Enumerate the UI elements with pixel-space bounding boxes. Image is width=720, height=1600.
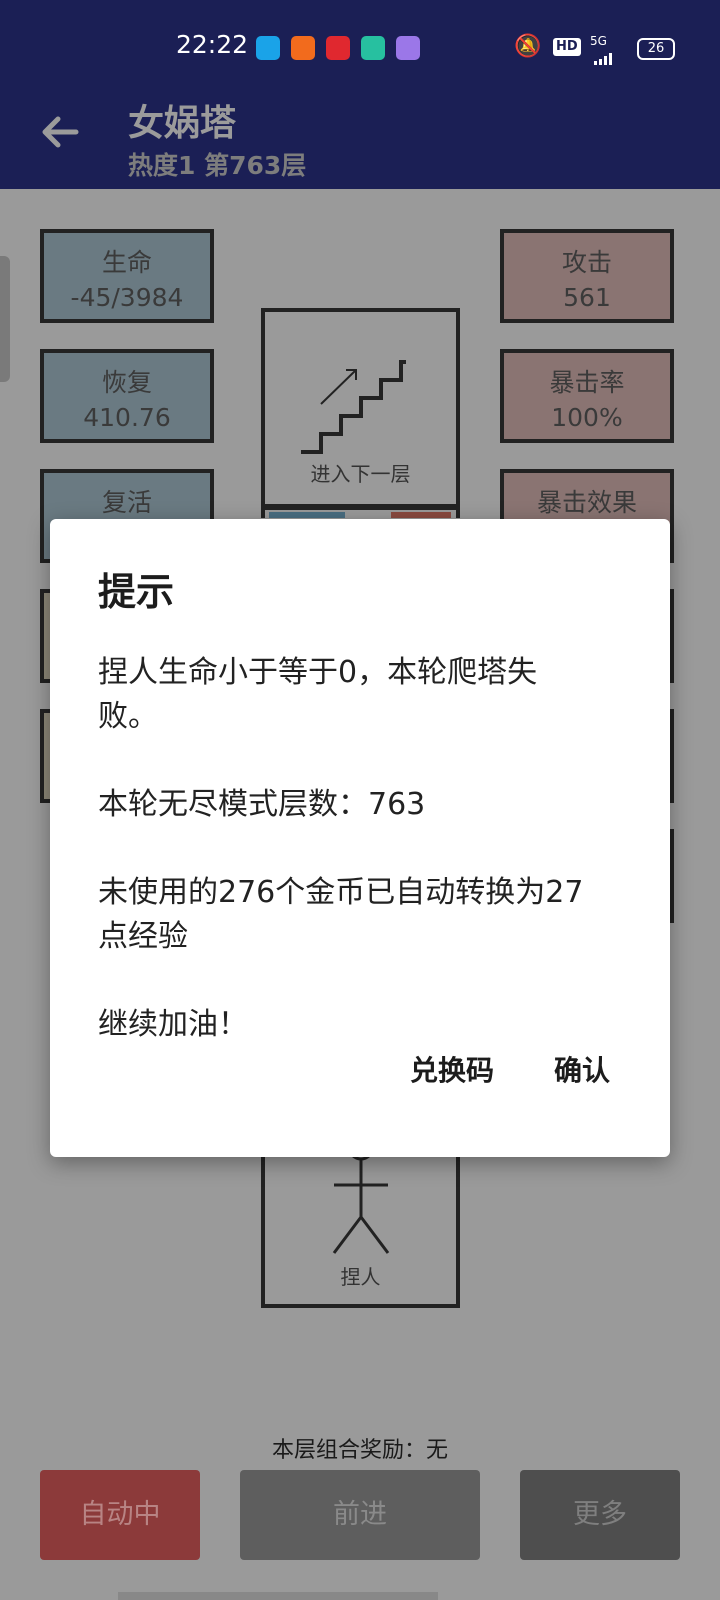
side-drawer-handle[interactable] bbox=[0, 256, 10, 382]
stat-hp-label: 生命 bbox=[101, 248, 152, 277]
character-label: 捏人 bbox=[340, 1265, 381, 1289]
mute-icon: 🔕 bbox=[514, 34, 542, 59]
combo-reward-text: 本层组合奖励：无 bbox=[271, 1438, 448, 1463]
confirm-button[interactable]: 确认 bbox=[554, 1049, 610, 1089]
stat-hp[interactable]: 生命 -45/3984 bbox=[40, 229, 214, 323]
stat-attack-value: 561 bbox=[563, 283, 611, 312]
kuaishou-icon bbox=[291, 36, 315, 60]
bottom-tab-strip bbox=[118, 1592, 438, 1600]
signal-icon bbox=[594, 50, 614, 65]
enemy-hp-bar bbox=[269, 512, 345, 518]
tencent-video-icon bbox=[361, 36, 385, 60]
dialog-title: 提示 bbox=[98, 570, 175, 614]
stat-attack[interactable]: 攻击 561 bbox=[500, 229, 674, 323]
forward-button[interactable]: 前进 bbox=[240, 1470, 480, 1560]
stat-regen-value: 410.76 bbox=[83, 403, 171, 432]
netease-music-icon bbox=[326, 36, 350, 60]
auto-button[interactable]: 自动中 bbox=[40, 1470, 200, 1560]
page-title: 女娲塔 bbox=[128, 103, 237, 144]
dialog-message: 捏人生命小于等于0，本轮爬塔失 败。 本轮无尽模式层数：763 未使用的276个… bbox=[98, 655, 584, 1042]
stat-hp-value: -45/3984 bbox=[70, 283, 184, 312]
more-button[interactable]: 更多 bbox=[520, 1470, 680, 1560]
battery-icon: 26 bbox=[637, 38, 675, 60]
taobao-icon bbox=[396, 36, 420, 60]
stat-crit-rate-value: 100% bbox=[551, 403, 623, 432]
alert-dialog: 提示 捏人生命小于等于0，本轮爬塔失 败。 本轮无尽模式层数：763 未使用的2… bbox=[50, 519, 670, 1157]
redeem-code-button[interactable]: 兑换码 bbox=[410, 1049, 494, 1089]
stat-crit-effect-label: 暴击效果 bbox=[536, 488, 637, 517]
qq-icon bbox=[256, 36, 280, 60]
hd-badge: HD bbox=[553, 38, 581, 56]
stat-regen-label: 恢复 bbox=[101, 368, 152, 397]
enemy-atk-bar bbox=[391, 512, 451, 518]
next-floor-label: 进入下一层 bbox=[310, 462, 411, 486]
app-bar bbox=[0, 85, 720, 189]
stat-regen[interactable]: 恢复 410.76 bbox=[40, 349, 214, 443]
page-subtitle: 热度1 第763层 bbox=[128, 151, 307, 180]
stat-attack-label: 攻击 bbox=[561, 248, 612, 277]
stairs-icon bbox=[300, 360, 406, 454]
status-time: 22:22 bbox=[176, 30, 249, 59]
next-floor-button[interactable]: 进入下一层 bbox=[261, 308, 460, 508]
enemy-bars-frame bbox=[261, 506, 460, 518]
stat-crit-rate[interactable]: 暴击率 100% bbox=[500, 349, 674, 443]
network-label: 5G bbox=[590, 34, 607, 48]
status-bar: 22:22 🔕 HD 5G 26 bbox=[0, 0, 720, 96]
stat-crit-rate-label: 暴击率 bbox=[549, 368, 625, 397]
back-arrow-icon[interactable] bbox=[38, 110, 82, 154]
stat-revive-label: 复活 bbox=[101, 488, 152, 517]
